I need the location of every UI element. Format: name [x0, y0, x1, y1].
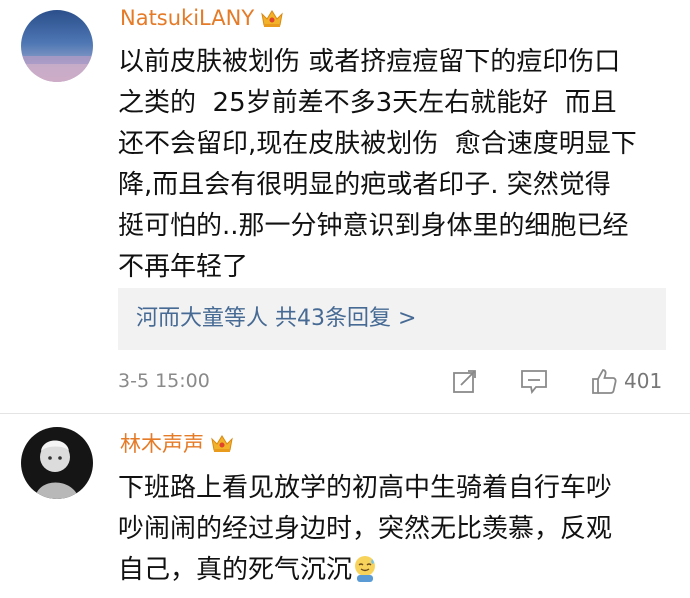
avatar[interactable] — [21, 427, 93, 499]
username[interactable]: NatsukiLANY — [120, 6, 284, 30]
comment-text: 下班路上看见放学的初高中生骑着自行车吵 吵闹闹的经过身边时，突然无比羡慕，反观 … — [118, 468, 674, 591]
share-button[interactable] — [452, 366, 478, 396]
share-icon — [453, 370, 476, 393]
timestamp: 3-5 15:00 — [118, 370, 210, 392]
comment-icon — [521, 370, 547, 394]
comment-text: 以前皮肤被划伤 或者挤痘痘留下的痘印伤口 之类的 25岁前差不多3天左右就能好 … — [118, 47, 637, 282]
crown-vip-icon — [210, 433, 234, 453]
username-text[interactable]: NatsukiLANY — [120, 6, 254, 30]
avatar[interactable] — [21, 10, 93, 82]
like-count: 401 — [624, 369, 663, 393]
crown-vip-icon — [260, 8, 284, 28]
comment-button[interactable] — [520, 366, 548, 396]
sweat-smile-emoji — [352, 555, 378, 583]
username-text[interactable]: 林木声声 — [120, 428, 204, 458]
comment-item: NatsukiLANY 以前皮肤被划伤 或者挤痘痘留下的痘印伤口 之类的 25岁… — [0, 0, 690, 414]
thumbs-up-icon — [592, 369, 617, 394]
username[interactable]: 林木声声 — [120, 428, 234, 458]
reply-summary-link[interactable]: 河而大童等人 共43条回复 > — [118, 288, 666, 350]
comment-meta: 3-5 15:00 401 — [118, 362, 674, 402]
comment-item: 林木声声 下班路上看见放学的初高中生骑着自行车吵 吵闹闹的经过身边时，突然无比羡… — [0, 414, 690, 598]
like-button[interactable]: 401 — [590, 366, 662, 396]
